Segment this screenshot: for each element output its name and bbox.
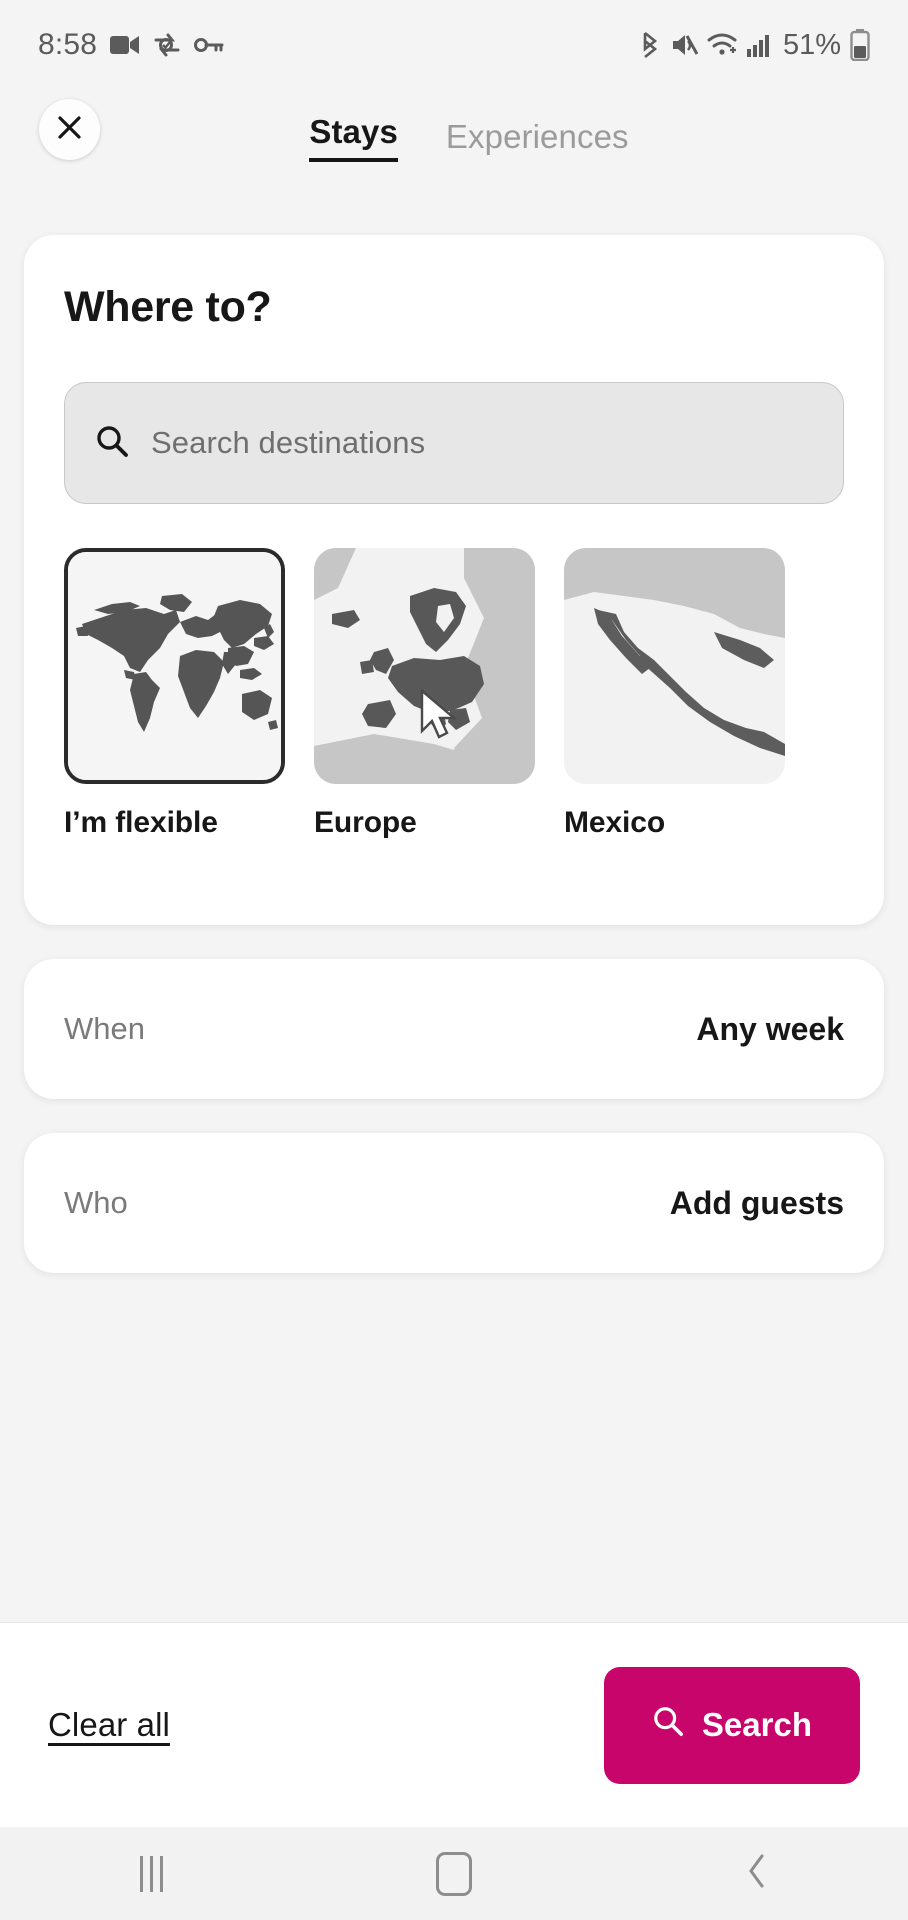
modal-footer: Clear all Search: [0, 1622, 908, 1827]
destination-carousel[interactable]: I’m flexible Europe Mexico: [64, 548, 884, 840]
battery-icon: [850, 29, 870, 61]
android-navigation-bar: [0, 1827, 908, 1920]
search-input-placeholder: Search destinations: [151, 425, 426, 460]
clear-all-button[interactable]: Clear all: [48, 1706, 170, 1744]
battery-percent-label: 51%: [782, 28, 841, 61]
who-value: Add guests: [669, 1184, 844, 1221]
home-icon: [435, 1851, 472, 1896]
close-icon: [56, 114, 83, 146]
modal-header: Stays Experiences: [0, 90, 908, 185]
destination-label: Europe: [314, 806, 417, 839]
destination-label: I’m flexible: [64, 806, 218, 839]
status-bar-right: 51%: [639, 29, 870, 62]
search-icon: [95, 424, 129, 463]
vpn-key-icon: [194, 36, 224, 54]
search-destinations-field[interactable]: Search destinations: [64, 382, 844, 504]
when-label: When: [64, 1011, 145, 1046]
destination-option-flexible[interactable]: I’m flexible: [64, 548, 285, 840]
destination-option-europe[interactable]: Europe: [314, 548, 535, 840]
who-label: Who: [64, 1185, 128, 1220]
mexico-map-thumbnail: [564, 548, 785, 784]
destination-option-mexico[interactable]: Mexico: [564, 548, 785, 840]
status-bar: 8:58 51%: [0, 0, 908, 90]
search-icon: [652, 1705, 684, 1745]
where-to-title: Where to?: [64, 283, 272, 331]
destination-label: Mexico: [564, 806, 666, 839]
tab-stays[interactable]: Stays: [309, 113, 398, 162]
wifi-icon: [707, 32, 737, 58]
when-row[interactable]: When Any week: [24, 959, 884, 1099]
status-bar-clock: 8:58: [38, 28, 98, 61]
tab-bar: Stays Experiences: [279, 113, 629, 162]
europe-map-thumbnail: [314, 548, 535, 784]
who-row[interactable]: Who Add guests: [24, 1133, 884, 1273]
back-button[interactable]: [697, 1827, 817, 1920]
status-bar-left: 8:58: [38, 28, 224, 62]
search-button[interactable]: Search: [603, 1666, 860, 1784]
home-button[interactable]: [394, 1827, 514, 1920]
cellular-signal-icon: [746, 32, 772, 58]
recents-icon: [139, 1855, 163, 1892]
data-saver-icon: [153, 32, 181, 58]
recents-button[interactable]: [91, 1827, 211, 1920]
video-camera-icon: [110, 34, 140, 56]
close-button[interactable]: [39, 99, 100, 160]
back-icon: [744, 1851, 770, 1896]
where-to-card: Where to? Search destinations I’m flexib…: [24, 235, 884, 925]
world-map-thumbnail: [64, 548, 285, 784]
tab-experiences[interactable]: Experiences: [446, 118, 629, 162]
volume-mute-icon: [670, 32, 698, 58]
when-value: Any week: [696, 1010, 844, 1047]
search-button-label: Search: [701, 1706, 812, 1743]
bluetooth-icon: [639, 30, 661, 60]
search-panel: Where to? Search destinations I’m flexib…: [0, 235, 908, 1672]
